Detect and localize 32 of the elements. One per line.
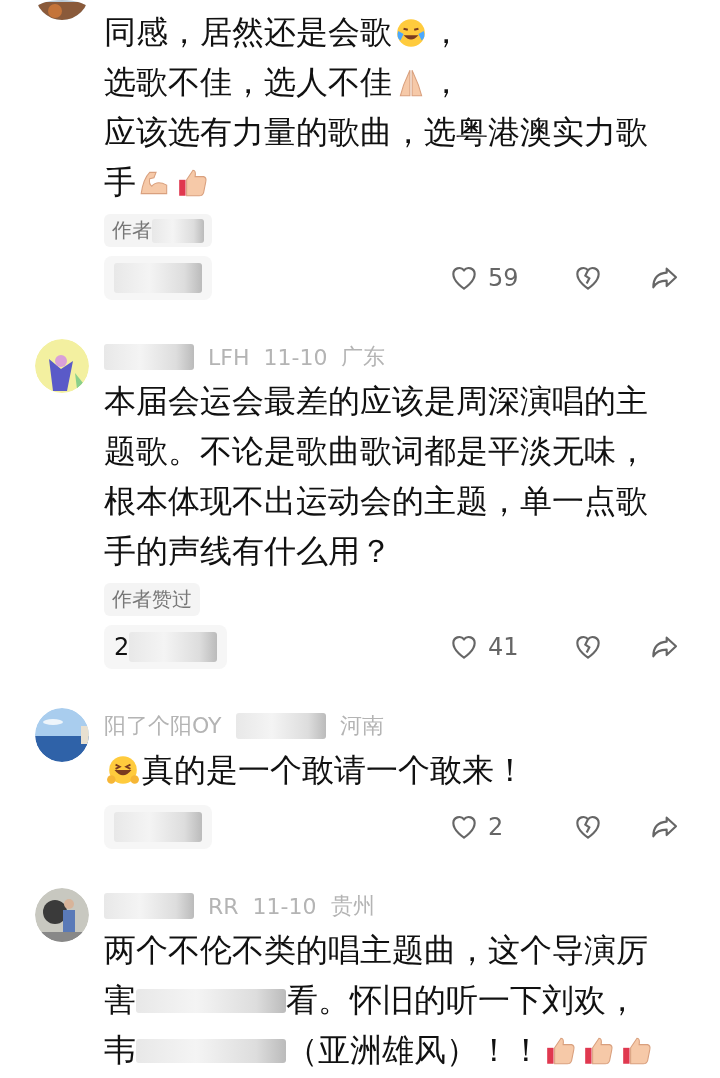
comment-meta: LFH: [208, 344, 250, 370]
comment-text: 本届会运会最差的应该是周深演唱的主: [104, 381, 648, 422]
comment-meta: 阳了个阳OY: [104, 712, 222, 740]
comment-text: 韦: [104, 1030, 136, 1071]
comment-text: 害: [104, 980, 136, 1021]
laughing-crying-face-icon: [394, 16, 428, 50]
tag-label: 作者赞过: [112, 586, 192, 613]
comment-meta: 11-10: [263, 344, 328, 370]
comment-meta: 11-10: [252, 893, 317, 919]
comment-text: 选歌不佳，选人不佳: [104, 62, 392, 103]
comment-meta: 广东: [341, 343, 386, 371]
comment-text: 两个不伦不类的唱主题曲，这个导演厉: [104, 930, 648, 971]
comment-text: ，: [430, 62, 462, 103]
comment-text: 真的是一个敢请一个敢来！: [142, 750, 526, 791]
comment-meta: RR: [208, 893, 239, 919]
like-count: 41: [488, 633, 520, 661]
comment-text: ，: [430, 12, 462, 53]
like-count: 2: [488, 813, 505, 841]
comment-text: （亚洲雄风）！！: [286, 1030, 542, 1071]
tag-label: 作者: [112, 217, 152, 244]
comment-text: 题歌。不论是歌曲歌词都是平淡无味，: [104, 431, 648, 472]
comment-text: 根本体现不出运动会的主题，单一点歌: [104, 481, 648, 522]
comment-text: 同感，居然还是会歌: [104, 12, 392, 53]
like-count: 59: [488, 264, 520, 292]
comment-text: 看。怀旧的听一下刘欢，: [286, 980, 638, 1021]
comment-text: 手: [104, 162, 136, 203]
comment-meta: 河南: [339, 712, 384, 740]
reply-button[interactable]: 2: [104, 625, 228, 669]
comment-text: 应该选有力量的歌曲，选粤港澳实力歌: [104, 112, 648, 153]
comment-text: 手的声线有什么用？: [104, 531, 392, 572]
blurred-patch: [152, 218, 204, 243]
comment-meta: 贵州: [330, 892, 375, 920]
